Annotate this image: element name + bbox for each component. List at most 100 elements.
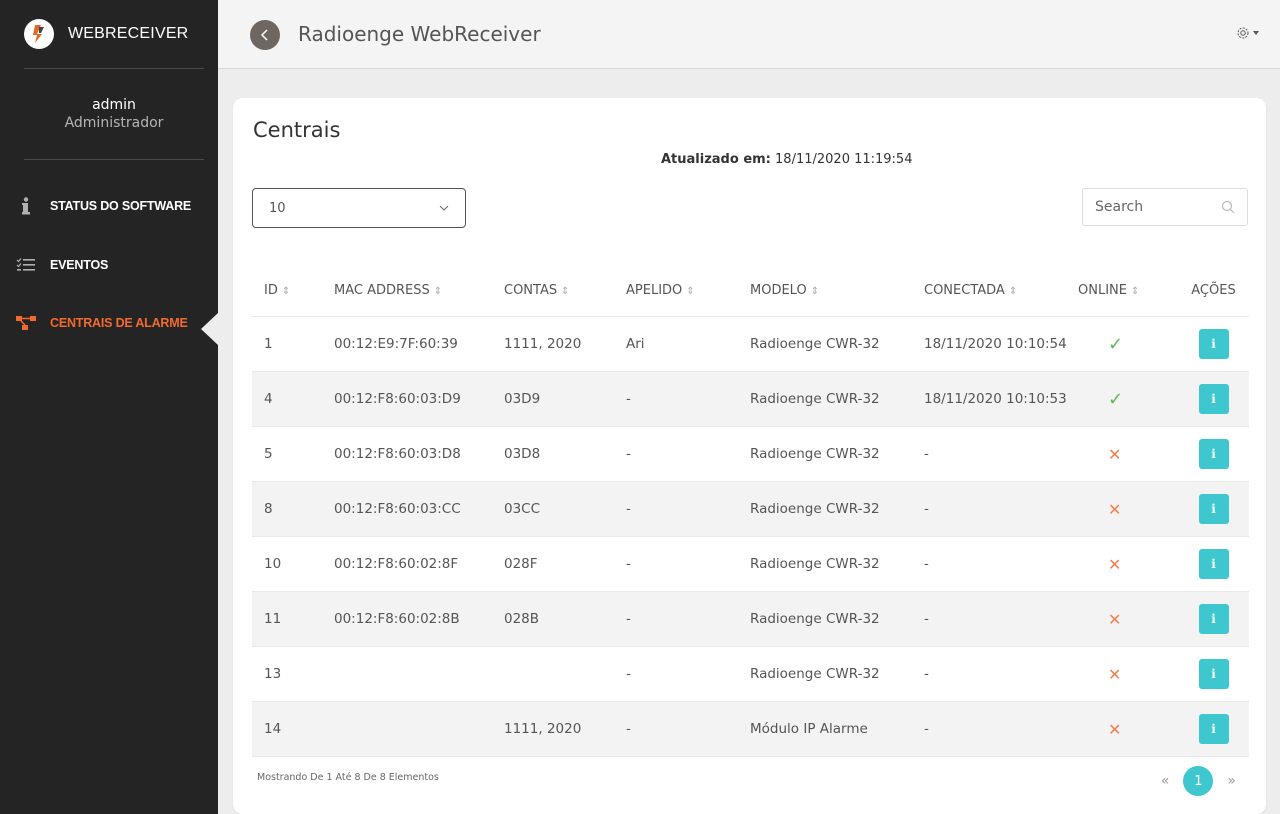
cell-acoes: i <box>1178 536 1249 592</box>
updated-value: 18/11/2020 11:19:54 <box>775 152 913 167</box>
sidebar-item-label: STATUS DO SOFTWARE <box>50 199 192 213</box>
sidebar-item-eventos[interactable]: EVENTOS <box>16 254 108 276</box>
table-row: 14 1111, 2020- Módulo IP Alarme - ✕ i <box>252 701 1249 757</box>
cell-acoes: i <box>1178 701 1249 757</box>
sort-icon: ⇕ <box>281 285 291 297</box>
cell-conectada: - <box>924 646 1078 702</box>
cell-contas: 028B <box>504 591 626 647</box>
cell-apelido: - <box>626 591 750 647</box>
info-button[interactable]: i <box>1198 439 1229 469</box>
cell-conectada: - <box>924 591 1078 647</box>
cell-online: ✕ <box>1078 536 1178 592</box>
column-header-apelido[interactable]: APELIDO ⇕ <box>626 264 750 317</box>
offline-x-icon: ✕ <box>1108 664 1122 684</box>
cell-modelo: Radioenge CWR-32 <box>750 536 924 592</box>
column-header-mac-address[interactable]: MAC ADDRESS ⇕ <box>334 264 504 317</box>
prev-page-button[interactable]: « <box>1161 773 1170 789</box>
cell-id: 13 <box>252 646 334 702</box>
brand[interactable]: WEBRECEIVER <box>24 0 204 69</box>
cell-mac-address: 00:12:F8:60:02:8F <box>334 536 504 592</box>
main-card: Centrais Atualizado em: 18/11/2020 11:19… <box>233 98 1266 814</box>
offline-x-icon: ✕ <box>1108 554 1122 574</box>
cell-conectada: - <box>924 701 1078 757</box>
next-page-button[interactable]: » <box>1227 773 1236 789</box>
user-name: admin <box>92 97 136 113</box>
cell-contas: 1111, 2020 <box>504 316 626 372</box>
table-header-row: ID ⇕ MAC ADDRESS ⇕ CONTAS ⇕ APELIDO ⇕ MODELO… <box>252 264 1249 317</box>
cell-contas: 028F <box>504 536 626 592</box>
app-title: Radioenge WebReceiver <box>298 22 541 46</box>
cell-apelido: - <box>626 481 750 537</box>
caret-down-icon <box>1253 31 1259 35</box>
info-button[interactable]: i <box>1198 714 1229 744</box>
sidebar-item-label: EVENTOS <box>50 258 109 272</box>
offline-x-icon: ✕ <box>1108 719 1122 739</box>
info-button[interactable]: i <box>1198 659 1229 689</box>
cell-contas: 03D8 <box>504 426 626 482</box>
info-button[interactable]: i <box>1198 494 1229 524</box>
cell-online: ✓ <box>1078 371 1178 427</box>
column-header-online[interactable]: ONLINE ⇕ <box>1078 264 1178 317</box>
cell-apelido: - <box>626 426 750 482</box>
cell-acoes: i <box>1178 481 1249 537</box>
cell-conectada: - <box>924 481 1078 537</box>
cell-contas: 03D9 <box>504 371 626 427</box>
page-length-select[interactable]: 10 <box>252 188 466 228</box>
centrais-table: ID ⇕ MAC ADDRESS ⇕ CONTAS ⇕ APELIDO ⇕ MODELO… <box>252 264 1249 757</box>
cell-id: 8 <box>252 481 334 537</box>
cell-conectada: - <box>924 536 1078 592</box>
cell-modelo: Radioenge CWR-32 <box>750 481 924 537</box>
cell-online: ✕ <box>1078 426 1178 482</box>
checklist-icon <box>16 256 36 274</box>
chevron-left-icon <box>260 29 268 41</box>
cell-mac-address <box>334 701 504 757</box>
table-row: 8 00:12:F8:60:03:CC 03CC - Radioenge CWR-32-… <box>252 481 1249 537</box>
sort-icon: ⇕ <box>686 285 695 297</box>
column-header-conectada[interactable]: CONECTADA ⇕ <box>924 264 1078 317</box>
cell-online: ✕ <box>1078 481 1178 537</box>
page-title: Centrais <box>253 118 341 142</box>
top-bar: Radioenge WebReceiver <box>218 0 1280 69</box>
active-indicator <box>201 313 218 345</box>
sort-icon: ⇕ <box>433 285 443 297</box>
cell-apelido: - <box>626 646 750 702</box>
cell-id: 14 <box>252 701 334 757</box>
info-icon <box>16 197 36 215</box>
cell-conectada: - <box>924 426 1078 482</box>
user-role: Administrador <box>64 115 164 131</box>
chevron-down-icon <box>439 205 449 211</box>
user-info: admin Administrador <box>24 96 204 132</box>
cell-id: 10 <box>252 536 334 592</box>
settings-menu-button[interactable] <box>1236 26 1260 40</box>
info-button[interactable]: i <box>1198 384 1229 414</box>
column-header-modelo[interactable]: MODELO ⇕ <box>750 264 924 317</box>
offline-x-icon: ✕ <box>1108 609 1122 629</box>
online-check-icon: ✓ <box>1108 333 1124 355</box>
cell-modelo: Radioenge CWR-32 <box>750 646 924 702</box>
online-check-icon: ✓ <box>1108 388 1124 410</box>
column-header-contas[interactable]: CONTAS ⇕ <box>504 264 626 317</box>
sidebar-item-centrais-de-alarme[interactable]: CENTRAIS DE ALARME <box>16 312 188 334</box>
cell-acoes: i <box>1178 646 1249 702</box>
sidebar-item-status-do-software[interactable]: STATUS DO SOFTWARE <box>16 195 191 217</box>
cell-online: ✓ <box>1078 316 1178 372</box>
search-input[interactable] <box>1095 199 1205 215</box>
cell-online: ✕ <box>1078 701 1178 757</box>
cell-modelo: Radioenge CWR-32 <box>750 426 924 482</box>
current-page-button[interactable]: 1 <box>1183 766 1214 796</box>
column-header-id[interactable]: ID ⇕ <box>252 264 334 317</box>
info-button[interactable]: i <box>1198 329 1229 359</box>
search-icon[interactable] <box>1221 200 1235 214</box>
sidebar-divider <box>24 159 204 160</box>
pagination: « 1 » <box>1161 766 1236 796</box>
cell-contas: 1111, 2020 <box>504 701 626 757</box>
search-box <box>1082 188 1248 226</box>
back-button[interactable] <box>250 20 280 50</box>
table-row: 11 00:12:F8:60:02:8B 028B - Radioenge CWR-32… <box>252 591 1249 647</box>
cell-mac-address: 00:12:F8:60:03:D8 <box>334 426 504 482</box>
info-button[interactable]: i <box>1198 604 1229 634</box>
sort-icon: ⇕ <box>1008 285 1018 297</box>
table-row: 13 - Radioenge CWR-32- ✕ i <box>252 646 1249 702</box>
info-button[interactable]: i <box>1198 549 1229 579</box>
sort-icon: ⇕ <box>561 285 570 297</box>
